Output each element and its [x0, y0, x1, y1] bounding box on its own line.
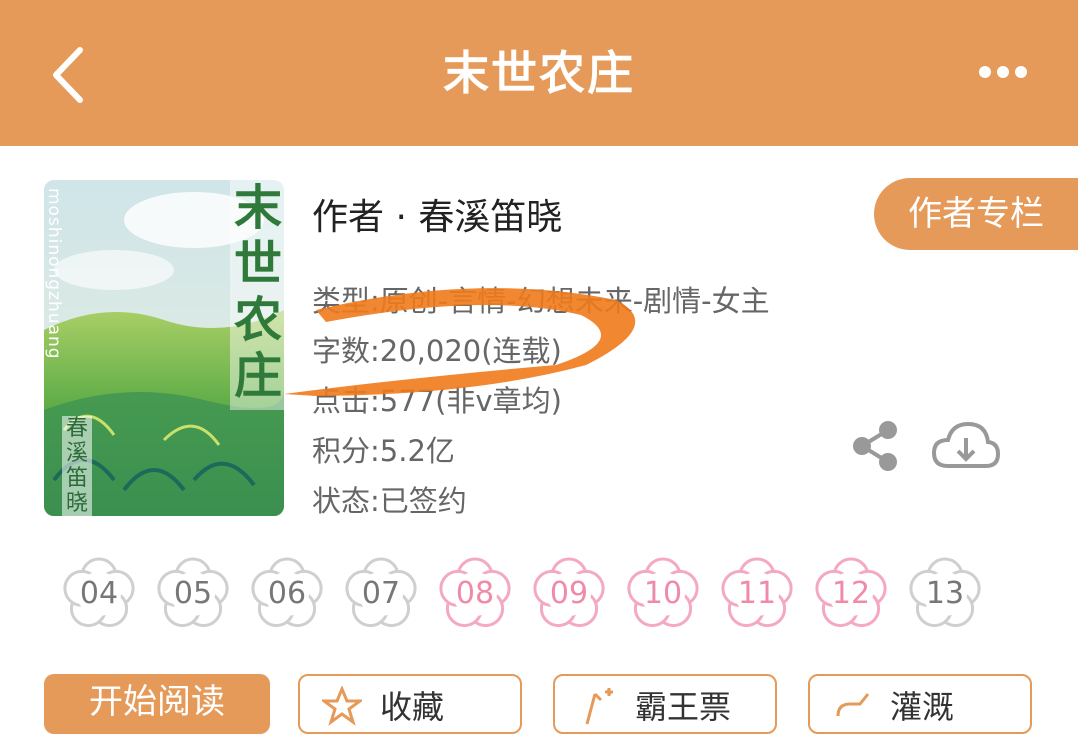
chapter-badge[interactable]: 09 [529, 554, 609, 634]
more-button[interactable] [970, 55, 1040, 90]
chapter-badge[interactable]: 12 [811, 554, 891, 634]
chapter-number: 12 [831, 576, 871, 611]
cover-pinyin: moshinongzhuang [44, 188, 64, 360]
author-column-button[interactable]: 作者专栏 [874, 178, 1078, 250]
chapter-number: 13 [925, 576, 965, 611]
sword-icon [585, 688, 613, 725]
chapter-number: 07 [361, 576, 401, 611]
irrigate-button[interactable]: 灌溉 [808, 674, 1032, 734]
chapter-badge[interactable]: 10 [623, 554, 703, 634]
chapter-number: 09 [549, 576, 589, 611]
cloud-download-icon[interactable] [930, 418, 1002, 474]
chapter-number: 08 [455, 576, 495, 611]
page-title: 末世农庄 [443, 46, 635, 100]
chapter-badge[interactable]: 07 [341, 554, 421, 634]
share-icon[interactable] [848, 418, 904, 474]
chapter-badge[interactable]: 06 [247, 554, 327, 634]
favorite-label: 收藏 [380, 688, 445, 726]
chapter-badge[interactable]: 05 [153, 554, 233, 634]
chapter-number: 11 [737, 576, 777, 611]
meta-word-count: 字数:20,020(连载) [312, 334, 562, 368]
more-horizontal-icon [979, 66, 1027, 78]
author-line[interactable]: 作者 · 春溪笛晓 [312, 188, 562, 240]
chapter-number: 10 [643, 576, 683, 611]
chapter-number: 06 [267, 576, 307, 611]
favorite-button[interactable]: 收藏 [298, 674, 522, 734]
meta-status: 状态:已签约 [312, 484, 467, 518]
chapter-number: 05 [173, 576, 213, 611]
cover-title: 末世农庄 [230, 180, 286, 410]
meta-clicks: 点击:577(非v章均) [312, 384, 562, 418]
chapter-number: 04 [79, 576, 119, 611]
start-reading-button[interactable]: 开始阅读 [44, 674, 270, 734]
meta-points: 积分:5.2亿 [312, 434, 455, 468]
top-bar: 末世农庄 [0, 0, 1078, 146]
meta-genre: 类型:原创-言情-幻想未来-剧情-女主 [312, 284, 770, 318]
cover-author: 春溪笛晓 [62, 416, 92, 516]
chapter-badge[interactable]: 11 [717, 554, 797, 634]
chapter-badge[interactable]: 13 [905, 554, 985, 634]
bawang-ticket-label: 霸王票 [635, 688, 732, 726]
chapter-badge[interactable]: 04 [59, 554, 139, 634]
chapter-badge[interactable]: 08 [435, 554, 515, 634]
watering-can-icon [836, 693, 870, 717]
star-icon [322, 686, 362, 726]
irrigate-label: 灌溉 [890, 688, 955, 726]
bawang-ticket-button[interactable]: 霸王票 [553, 674, 777, 734]
